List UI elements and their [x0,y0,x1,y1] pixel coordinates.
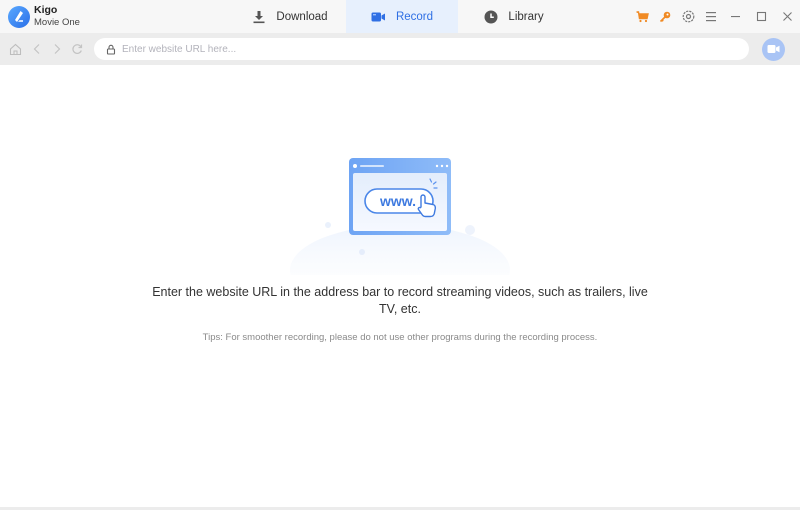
video-camera-icon [371,11,386,23]
address-bar [0,33,800,65]
tab-download[interactable]: Download [234,0,346,33]
url-field[interactable] [94,38,749,60]
tab-library[interactable]: Library [458,0,570,33]
record-button[interactable] [762,38,785,61]
lock-icon [106,43,118,55]
refresh-icon[interactable] [69,41,85,57]
back-icon[interactable] [29,41,45,57]
clock-icon [484,10,498,24]
app-logo-icon [8,6,30,28]
app-subtitle: Movie One [34,17,80,28]
url-input[interactable] [122,43,722,55]
key-icon[interactable] [654,6,676,28]
title-bar: Kigo Movie One Download Record Library [0,0,800,33]
tab-record[interactable]: Record [346,0,458,33]
tab-download-label: Download [276,10,328,23]
browser-illustration: www. [280,145,520,315]
forward-icon[interactable] [49,41,65,57]
download-icon [252,10,266,24]
video-camera-icon [767,41,780,59]
app-name: Kigo [34,4,58,16]
www-text: www. [379,193,416,209]
tab-record-label: Record [395,10,434,23]
instruction-headline: Enter the website URL in the address bar… [152,285,648,316]
recording-tips: Tips: For smoother recording, please do … [202,332,598,343]
home-icon[interactable] [7,41,23,57]
menu-icon[interactable] [700,6,722,28]
minimize-icon[interactable] [722,0,748,33]
maximize-icon[interactable] [748,0,774,33]
cart-icon[interactable] [631,6,653,28]
tab-library-label: Library [508,10,544,23]
close-icon[interactable] [774,0,800,33]
settings-icon[interactable] [677,6,699,28]
